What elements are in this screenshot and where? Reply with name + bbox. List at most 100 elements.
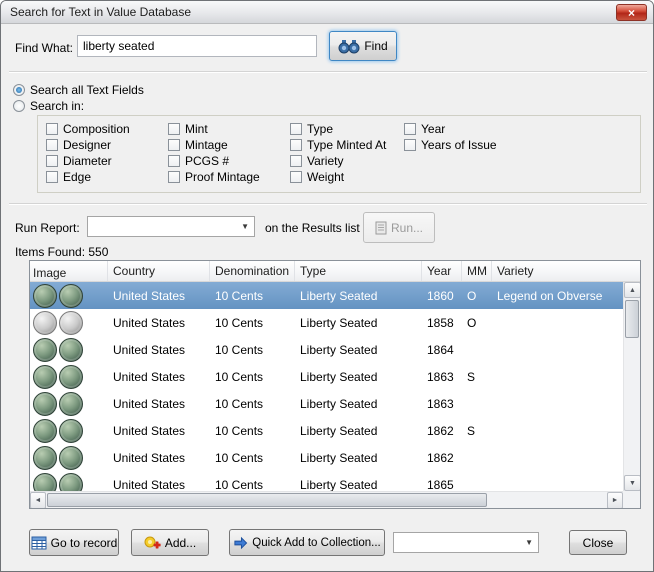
close-button[interactable]: × <box>616 4 647 21</box>
column-header-country[interactable]: Country <box>108 261 210 281</box>
checkbox-label: PCGS # <box>185 154 230 168</box>
table-row[interactable]: United States 10 Cents Liberty Seated 18… <box>30 282 623 309</box>
coin-obverse-image <box>33 310 57 335</box>
checkbox-year[interactable]: Year <box>404 122 445 136</box>
checkbox-box <box>46 123 58 135</box>
horizontal-scrollbar[interactable]: ◄ ► <box>30 491 623 508</box>
quick-add-button[interactable]: Quick Add to Collection... <box>229 529 385 556</box>
vertical-scroll-thumb[interactable] <box>625 300 639 338</box>
close-dialog-button[interactable]: Close <box>569 530 627 555</box>
checkbox-mint[interactable]: Mint <box>168 122 208 136</box>
table-row[interactable]: United States 10 Cents Liberty Seated 18… <box>30 444 623 471</box>
checkbox-type[interactable]: Type <box>290 122 333 136</box>
column-header-variety[interactable]: Variety <box>492 261 640 281</box>
row-type: Liberty Seated <box>300 396 378 411</box>
checkbox-pcgs[interactable]: PCGS # <box>168 154 229 168</box>
checkbox-label: Type <box>307 122 334 136</box>
checkbox-label: Years of Issue <box>421 138 497 152</box>
add-button-label: Add... <box>164 535 197 550</box>
horizontal-scroll-thumb[interactable] <box>47 493 487 507</box>
checkbox-edge[interactable]: Edge <box>46 170 91 184</box>
coin-reverse-image <box>59 418 83 443</box>
row-denomination: 10 Cents <box>215 396 264 411</box>
checkbox-label: Designer <box>63 138 112 152</box>
find-input[interactable] <box>77 35 317 57</box>
table-row[interactable]: United States 10 Cents Liberty Seated 18… <box>30 363 623 390</box>
row-year: 1862 <box>427 423 454 438</box>
checkbox-mintage[interactable]: Mintage <box>168 138 228 152</box>
run-button[interactable]: Run... <box>363 212 435 243</box>
checkbox-label: Composition <box>63 122 130 136</box>
checkbox-box <box>168 171 180 183</box>
row-year: 1864 <box>427 342 454 357</box>
scroll-right-icon[interactable]: ► <box>607 492 623 508</box>
row-type: Liberty Seated <box>300 342 378 357</box>
column-header-mm[interactable]: MM <box>462 261 492 281</box>
row-type: Liberty Seated <box>300 450 378 465</box>
row-country: United States <box>113 396 186 411</box>
run-button-label: Run... <box>390 220 423 235</box>
column-header-denomination[interactable]: Denomination <box>210 261 295 281</box>
row-denomination: 10 Cents <box>215 315 264 330</box>
checkbox-label: Type Minted At <box>307 138 387 152</box>
scroll-up-icon[interactable]: ▲ <box>624 282 640 298</box>
scroll-left-icon[interactable]: ◄ <box>30 492 46 508</box>
report-icon <box>375 221 387 235</box>
row-image-cell <box>30 364 108 389</box>
titlebar[interactable]: Search for Text in Value Database <box>1 1 653 24</box>
radio-search-all-label: Search all Text Fields <box>30 83 144 97</box>
coin-obverse-image <box>33 445 57 470</box>
row-denomination: 10 Cents <box>215 369 264 384</box>
row-country: United States <box>113 423 186 438</box>
table-row[interactable]: United States 10 Cents Liberty Seated 18… <box>30 336 623 363</box>
radio-dot <box>13 100 25 112</box>
close-icon: × <box>627 5 635 20</box>
add-button[interactable]: Add... <box>131 529 209 556</box>
table-body: United States 10 Cents Liberty Seated 18… <box>30 282 623 491</box>
find-button[interactable]: Find <box>329 31 397 61</box>
radio-search-in[interactable]: Search in: <box>13 99 84 113</box>
column-header-year[interactable]: Year <box>422 261 462 281</box>
coin-reverse-image <box>59 391 83 416</box>
search-fields-groupbox: Composition Designer Diameter Edge Mint … <box>37 115 641 193</box>
find-what-label: Find What: <box>15 41 74 55</box>
column-header-image[interactable]: Image <box>30 261 108 281</box>
coin-reverse-image <box>59 337 83 362</box>
table-row[interactable]: United States 10 Cents Liberty Seated 18… <box>30 309 623 336</box>
row-image-cell <box>30 472 108 491</box>
row-variety: Legend on Obverse <box>497 288 603 303</box>
vertical-scrollbar[interactable]: ▲ ▼ <box>623 282 640 491</box>
table-row[interactable]: United States 10 Cents Liberty Seated 18… <box>30 471 623 491</box>
report-select[interactable]: ▼ <box>87 216 255 237</box>
checkbox-box <box>168 155 180 167</box>
footer-select[interactable]: ▼ <box>393 532 539 553</box>
go-to-record-button[interactable]: Go to record <box>29 529 119 556</box>
row-country: United States <box>113 342 186 357</box>
checkbox-label: Mintage <box>185 138 228 152</box>
quick-add-label: Quick Add to Collection... <box>252 536 381 549</box>
checkbox-box <box>168 139 180 151</box>
row-denomination: 10 Cents <box>215 423 264 438</box>
table-row[interactable]: United States 10 Cents Liberty Seated 18… <box>30 417 623 444</box>
checkbox-designer[interactable]: Designer <box>46 138 111 152</box>
checkbox-variety[interactable]: Variety <box>290 154 343 168</box>
checkbox-years-of-issue[interactable]: Years of Issue <box>404 138 497 152</box>
checkbox-weight[interactable]: Weight <box>290 170 344 184</box>
checkbox-composition[interactable]: Composition <box>46 122 130 136</box>
row-year: 1863 <box>427 369 454 384</box>
go-to-record-label: Go to record <box>50 535 118 550</box>
radio-search-all-fields[interactable]: Search all Text Fields <box>13 83 144 97</box>
row-year: 1860 <box>427 288 454 303</box>
run-report-label: Run Report: <box>15 221 80 235</box>
checkbox-diameter[interactable]: Diameter <box>46 154 112 168</box>
row-mm: O <box>467 288 477 303</box>
scroll-down-icon[interactable]: ▼ <box>624 475 640 491</box>
checkbox-label: Mint <box>185 122 208 136</box>
row-denomination: 10 Cents <box>215 450 264 465</box>
checkbox-type-minted-at[interactable]: Type Minted At <box>290 138 386 152</box>
checkbox-label: Edge <box>63 170 92 184</box>
column-header-type[interactable]: Type <box>295 261 422 281</box>
checkbox-box <box>46 171 58 183</box>
table-row[interactable]: United States 10 Cents Liberty Seated 18… <box>30 390 623 417</box>
checkbox-proof-mintage[interactable]: Proof Mintage <box>168 170 260 184</box>
